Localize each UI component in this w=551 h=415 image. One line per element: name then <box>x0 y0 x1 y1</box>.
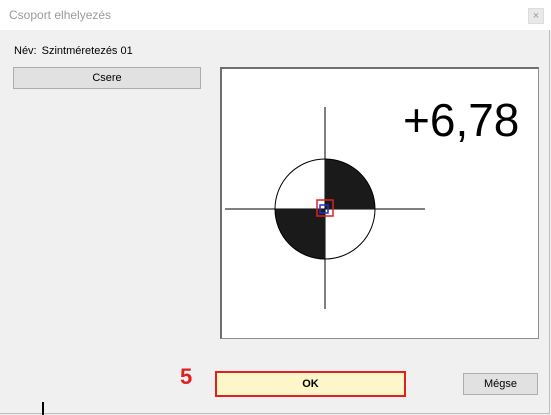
preview-panel: +6,78 <box>220 67 539 339</box>
cancel-button[interactable]: Mégse <box>463 373 538 395</box>
title-bar: Csoport elhelyezés × <box>0 0 551 30</box>
swap-button[interactable]: Csere <box>13 67 201 89</box>
name-row: Név: Szintméretezés 01 <box>14 45 133 57</box>
ok-button[interactable]: OK <box>215 371 406 397</box>
name-value: Szintméretezés 01 <box>41 45 133 57</box>
step-number-badge: 5 <box>180 364 193 389</box>
close-icon[interactable]: × <box>528 8 544 24</box>
window-title: Csoport elhelyezés <box>9 8 112 22</box>
name-label: Név: <box>14 45 37 57</box>
elevation-text: +6,78 <box>403 94 520 146</box>
edge-artifact <box>42 402 44 415</box>
